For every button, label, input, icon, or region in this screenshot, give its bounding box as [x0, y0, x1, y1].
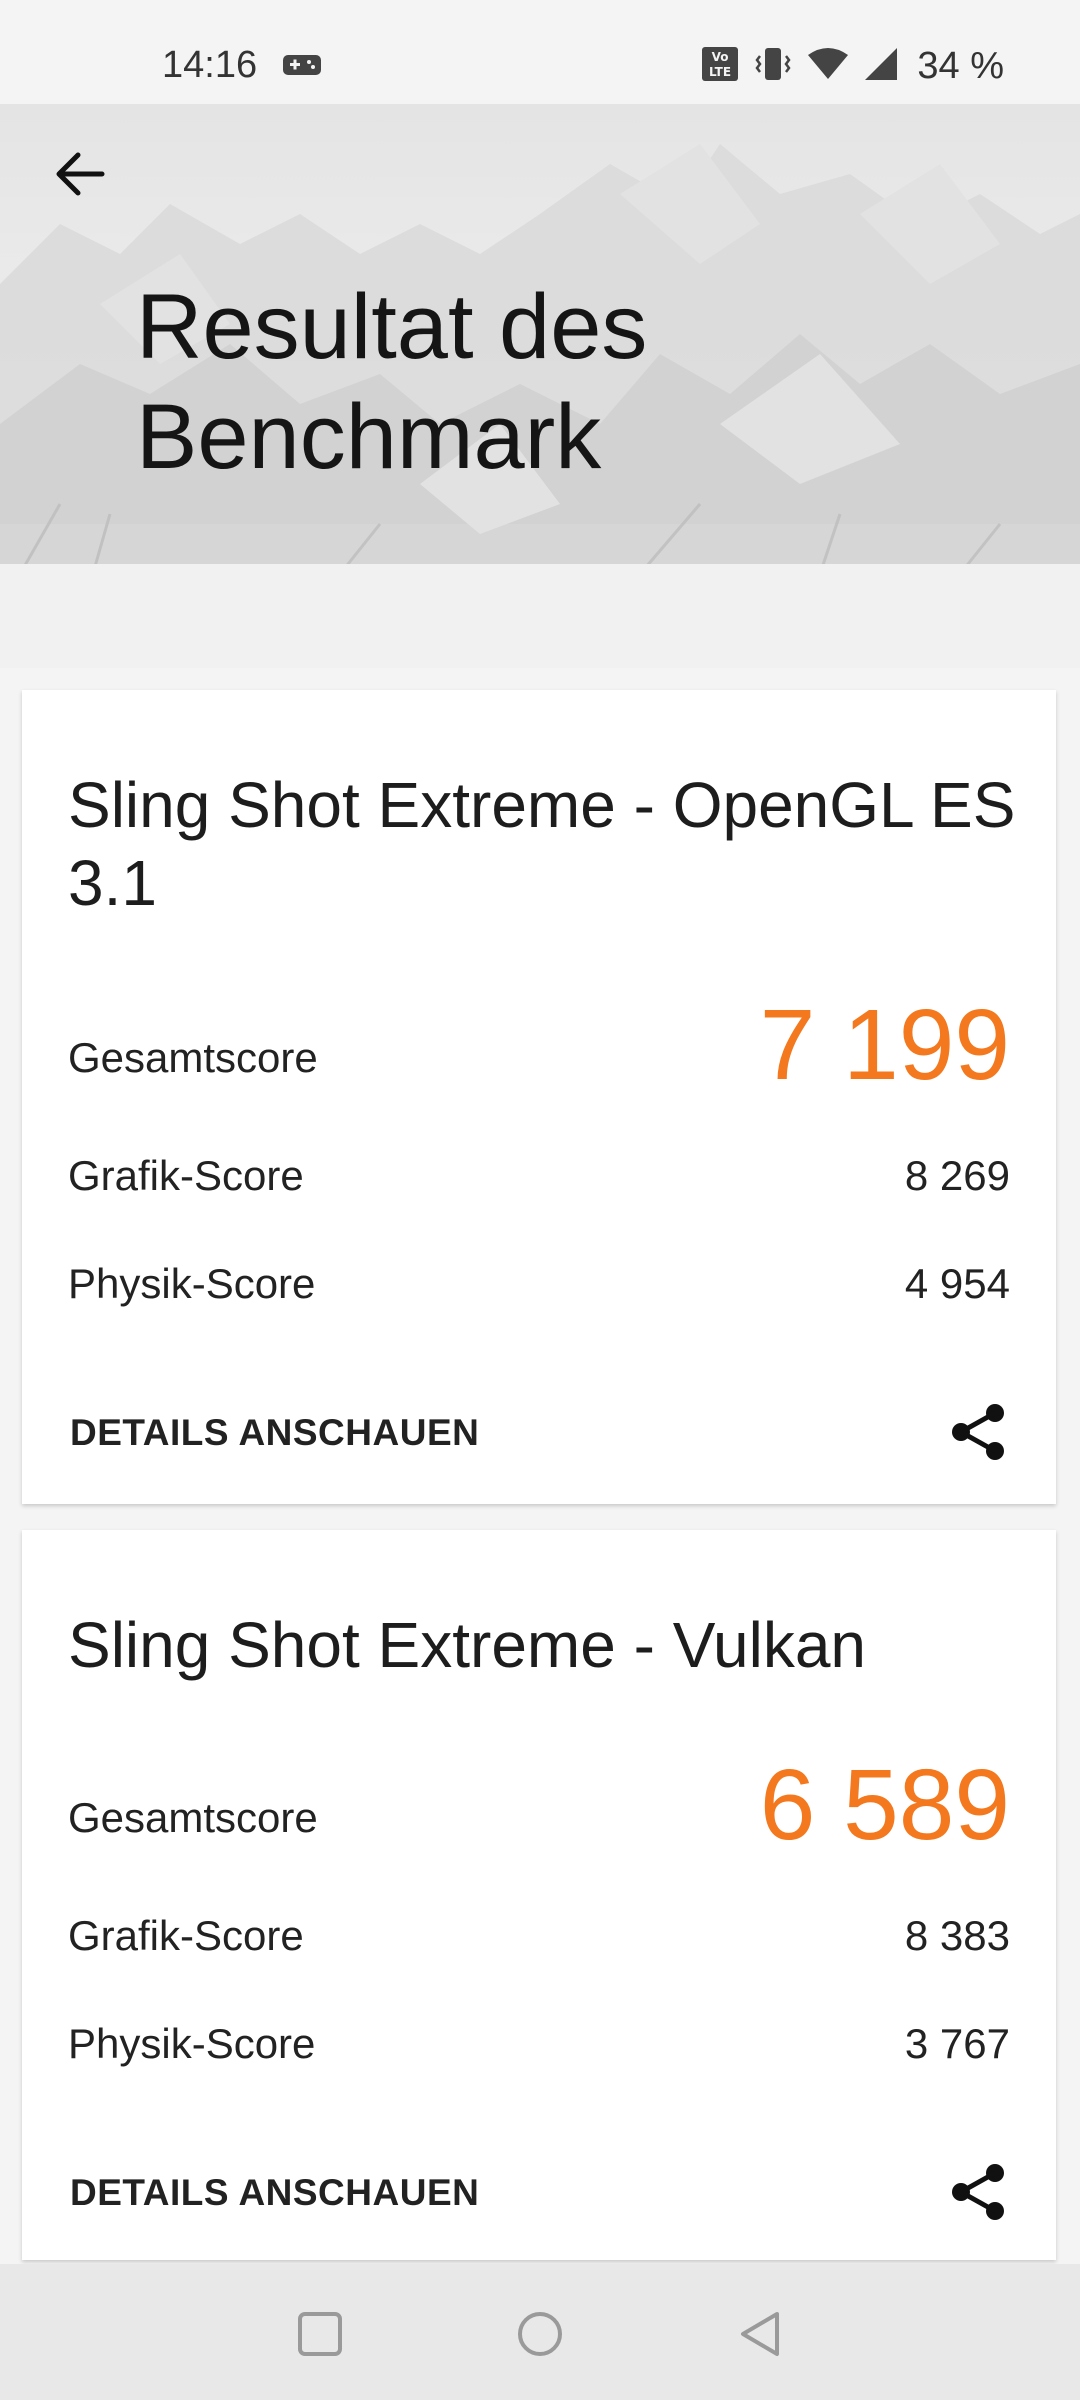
system-nav-bar: [0, 2264, 1080, 2400]
page-title-line1: Resultat des: [136, 276, 648, 378]
back-triangle-icon: [741, 2312, 779, 2356]
header-banner: Resultat des Benchmark: [0, 104, 1080, 668]
physics-score-value: 3 767: [904, 2020, 1010, 2067]
graphics-score-value: 8 269: [904, 1152, 1010, 1199]
result-card-vulkan: Sling Shot Extreme - Vulkan Gesamtscore …: [22, 1530, 1056, 2260]
physics-score-value: 4 954: [904, 1260, 1010, 1307]
total-score-value: 7 199: [759, 989, 1010, 1101]
physics-score-label: Physik-Score: [68, 1260, 316, 1307]
total-score-value: 6 589: [759, 1749, 1010, 1861]
status-bar: 14:16 Vo LTE 34 %: [0, 0, 1080, 104]
total-score-label: Gesamtscore: [68, 1034, 318, 1081]
recents-square-icon: [298, 2312, 342, 2356]
view-details-button[interactable]: DETAILS ANSCHAUEN: [70, 2172, 479, 2214]
graphics-score-label: Grafik-Score: [68, 1912, 304, 1959]
status-time: 14:16: [162, 44, 258, 86]
graphics-score-label: Grafik-Score: [68, 1152, 304, 1199]
status-icons: Vo LTE 34 %: [687, 44, 1004, 88]
card-title: Sling Shot Extreme - Vulkan: [68, 1609, 866, 1681]
arrow-left-icon: [56, 152, 105, 196]
graphics-score-value: 8 383: [904, 1912, 1010, 1959]
back-button[interactable]: [46, 140, 114, 208]
recents-button[interactable]: [290, 2304, 350, 2364]
volte-icon: Vo LTE: [701, 46, 739, 87]
page-title: Resultat des Benchmark: [136, 272, 896, 492]
page-title-line2: Benchmark: [136, 386, 602, 488]
gamepad-icon: [282, 52, 322, 83]
battery-percentage: 34 %: [917, 44, 1004, 87]
svg-text:LTE: LTE: [709, 65, 731, 79]
signal-icon: [863, 47, 899, 86]
share-icon: [952, 2164, 1004, 2220]
result-card-opengl: Sling Shot Extreme - OpenGL ES 3.1 Gesam…: [22, 690, 1056, 1504]
home-button[interactable]: [510, 2304, 570, 2364]
back-nav-button[interactable]: [730, 2304, 790, 2364]
wifi-icon: [807, 47, 849, 86]
card-title: Sling Shot Extreme - OpenGL ES 3.1: [68, 769, 1016, 919]
svg-text:Vo: Vo: [712, 50, 729, 64]
view-details-button[interactable]: DETAILS ANSCHAUEN: [70, 1412, 479, 1454]
total-score-label: Gesamtscore: [68, 1794, 318, 1841]
share-button[interactable]: [946, 1400, 1010, 1464]
physics-score-label: Physik-Score: [68, 2020, 316, 2067]
share-button[interactable]: [946, 2160, 1010, 2224]
home-circle-icon: [518, 2312, 562, 2356]
share-icon: [952, 1404, 1004, 1460]
vibrate-icon: [753, 46, 793, 87]
